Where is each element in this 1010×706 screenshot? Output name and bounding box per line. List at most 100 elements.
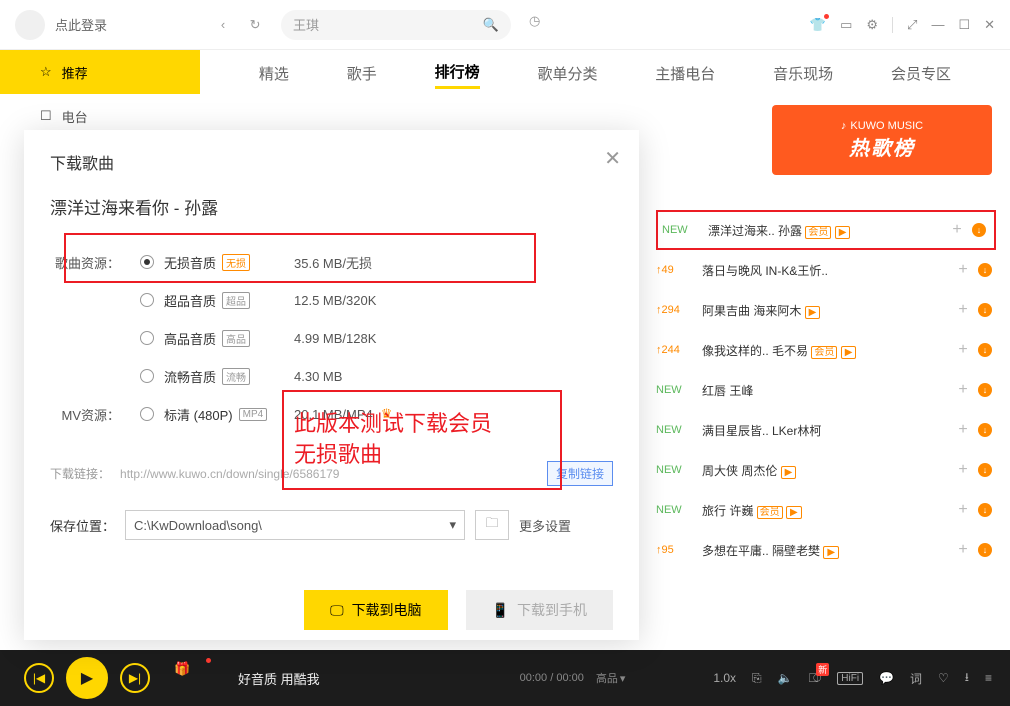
download-to-phone-button[interactable]: 📱 下载到手机 [466, 590, 613, 630]
mini-mode-icon[interactable]: ⤢ [907, 17, 917, 33]
song-row[interactable]: ↑294阿果吉曲 海来阿木 ▶+↓ [656, 290, 996, 330]
song-name: 落日与晚风 IN-K&王忻.. [702, 262, 948, 279]
download-dialog: 下载歌曲 ✕ 漂洋过海来看你 - 孙露 歌曲资源：无损音质 无损35.6 MB/… [24, 130, 639, 640]
quality-option[interactable]: 高品音质 高品4.99 MB/128K [50, 319, 613, 357]
add-button[interactable]: + [954, 501, 972, 519]
download-button[interactable]: ↓ [978, 263, 996, 277]
search-placeholder: 王琪 [293, 15, 483, 34]
quality-tag: 高品 [222, 330, 250, 347]
annotation-text: 无损歌曲 [294, 440, 550, 471]
download-button[interactable]: ↓ [978, 343, 996, 357]
hot-chart-banner[interactable]: ♪ KUWO MUSIC 热歌榜 [772, 105, 992, 175]
download-button[interactable]: ↓ [978, 303, 996, 317]
equalizer-icon[interactable]: ⎄新 [809, 671, 822, 686]
radio-button[interactable] [140, 369, 154, 383]
minimize-icon[interactable]: — [931, 17, 944, 32]
mv-name: 标清 (480P) MP4 [164, 405, 294, 424]
save-location-input[interactable]: C:\KwDownload\song\ ▾ [125, 510, 465, 540]
star-icon: ☆ [40, 64, 52, 80]
tab-featured[interactable]: 精选 [259, 63, 289, 88]
song-row[interactable]: NEW周大侠 周杰伦 ▶+↓ [656, 450, 996, 490]
annotation-text: 此版本测试下载会员 [294, 409, 550, 440]
tab-artist[interactable]: 歌手 [347, 63, 377, 88]
back-button[interactable]: ‹ [213, 15, 233, 35]
mv-source-label: MV资源： [50, 405, 140, 424]
download-button[interactable]: ↓ [972, 223, 990, 237]
tab-live[interactable]: 音乐现场 [773, 63, 833, 88]
song-name: 多想在平庸.. 隔壁老樊 ▶ [702, 542, 948, 559]
next-track-button[interactable]: ▶| [120, 663, 150, 693]
quality-option[interactable]: 超品音质 超品12.5 MB/320K [50, 281, 613, 319]
dialog-title: 下载歌曲 [50, 150, 613, 174]
prev-track-button[interactable]: |◀ [24, 663, 54, 693]
sidebar-item-recommend[interactable]: ☆ 推荐 [0, 50, 200, 94]
download-button[interactable]: ↓ [978, 383, 996, 397]
radio-button[interactable] [140, 293, 154, 307]
browse-folder-button[interactable]: 🗀 [475, 510, 509, 540]
close-dialog-button[interactable]: ✕ [604, 146, 621, 171]
download-button[interactable]: ↓ [978, 463, 996, 477]
radio-button[interactable] [140, 331, 154, 345]
song-name: 像我这样的.. 毛不易 会员 ▶ [702, 342, 948, 359]
maximize-icon[interactable]: ☐ [958, 17, 970, 33]
play-tag: ▶ [823, 546, 839, 559]
song-name: 红唇 王峰 [702, 382, 948, 399]
download-button[interactable]: ↓ [978, 503, 996, 517]
tab-vip[interactable]: 会员专区 [891, 63, 951, 88]
player-time: 00:00 / 00:00 [520, 672, 584, 684]
player-quality-label[interactable]: 高品▾ [596, 670, 626, 686]
add-button[interactable]: + [954, 381, 972, 399]
song-row[interactable]: NEW满目星辰皆.. LKer林柯+↓ [656, 410, 996, 450]
song-row[interactable]: NEW旅行 许巍 会员 ▶+↓ [656, 490, 996, 530]
download-button[interactable]: ↓ [978, 423, 996, 437]
favorite-icon[interactable]: ♡ [938, 671, 949, 685]
skin-icon[interactable]: 👕 [810, 17, 826, 33]
sidebar-item-label: 推荐 [62, 63, 88, 82]
add-button[interactable]: + [954, 541, 972, 559]
refresh-button[interactable]: ↻ [245, 15, 265, 35]
song-row[interactable]: NEW漂洋过海来.. 孙露 会员 ▶+↓ [656, 210, 996, 250]
radio-icon[interactable]: ▭ [840, 17, 852, 33]
song-row[interactable]: NEW红唇 王峰+↓ [656, 370, 996, 410]
dropdown-icon[interactable]: ▾ [449, 517, 456, 533]
radio-button[interactable] [140, 407, 154, 421]
close-icon[interactable]: ✕ [984, 17, 995, 33]
voice-search-icon[interactable]: ◷ [529, 13, 553, 37]
settings-icon[interactable]: ⚙ [866, 17, 878, 33]
add-button[interactable]: + [948, 221, 966, 239]
song-row[interactable]: ↑95多想在平庸.. 隔壁老樊 ▶+↓ [656, 530, 996, 570]
play-tag: ▶ [805, 306, 821, 319]
quality-tag: 超品 [222, 292, 250, 309]
tab-broadcast[interactable]: 主播电台 [655, 63, 715, 88]
add-button[interactable]: + [954, 301, 972, 319]
playlist-icon[interactable]: ≡ [985, 671, 992, 685]
lyrics-button[interactable]: 词 [910, 670, 922, 687]
comment-icon[interactable]: 💬 [879, 671, 894, 685]
song-row[interactable]: ↑244像我这样的.. 毛不易 会员 ▶+↓ [656, 330, 996, 370]
search-icon[interactable]: 🔍 [483, 17, 499, 33]
song-name: 周大侠 周杰伦 ▶ [702, 462, 948, 479]
tab-ranking[interactable]: 排行榜 [435, 61, 480, 89]
hifi-button[interactable]: HiFi [837, 672, 863, 685]
login-link[interactable]: 点此登录 [55, 15, 107, 34]
add-button[interactable]: + [954, 421, 972, 439]
more-settings-link[interactable]: 更多设置 [519, 516, 571, 535]
gift-icon[interactable]: 🎁 [174, 661, 208, 695]
effect-icon[interactable]: ⎘ [752, 671, 762, 686]
add-button[interactable]: + [954, 341, 972, 359]
add-button[interactable]: + [954, 461, 972, 479]
rank-indicator: NEW [656, 504, 696, 516]
song-row[interactable]: ↑49落日与晚风 IN-K&王忻..+↓ [656, 250, 996, 290]
play-tag: ▶ [786, 506, 802, 519]
volume-icon[interactable]: 🔈 [778, 671, 793, 685]
tab-playlist[interactable]: 歌单分类 [537, 63, 597, 88]
speed-button[interactable]: 1.0x [713, 671, 736, 685]
add-button[interactable]: + [954, 261, 972, 279]
search-input[interactable]: 王琪 🔍 [281, 10, 511, 40]
avatar[interactable] [15, 10, 45, 40]
download-icon[interactable]: ⭳ [965, 668, 969, 689]
play-tag: ▶ [835, 226, 851, 239]
download-to-pc-button[interactable]: 🖵 下载到电脑 [304, 590, 448, 630]
download-button[interactable]: ↓ [978, 543, 996, 557]
play-button[interactable]: ▶ [66, 657, 108, 699]
